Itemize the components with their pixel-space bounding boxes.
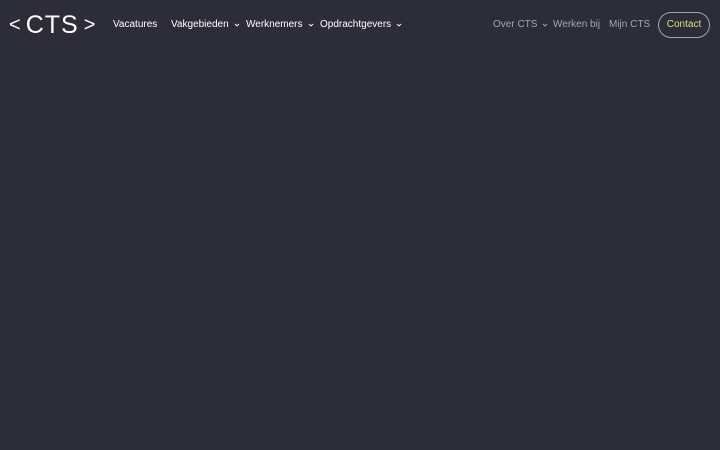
nav-item-label: Vacatures bbox=[113, 19, 158, 30]
main-content bbox=[0, 50, 720, 450]
chevron-down-icon bbox=[542, 22, 548, 28]
nav-item-vakgebieden[interactable]: Vakgebieden bbox=[171, 18, 240, 32]
nav-item-vacatures[interactable]: Vacatures bbox=[113, 18, 157, 32]
nav-item-label: Vakgebieden bbox=[171, 19, 229, 30]
nav-item-mijn-cts[interactable]: Mijn CTS bbox=[609, 18, 650, 32]
nav-item-opdrachtgevers[interactable]: Opdrachtgevers bbox=[320, 18, 402, 32]
chevron-down-icon bbox=[234, 22, 240, 28]
nav-item-label: Werken bij bbox=[553, 19, 601, 30]
logo-right-bracket: > bbox=[83, 14, 96, 36]
contact-button[interactable]: Contact bbox=[658, 12, 710, 38]
page: < CTS > Vacatures Vakgebieden Werknemers… bbox=[0, 0, 720, 450]
nav-item-label: Opdrachtgevers bbox=[320, 19, 392, 30]
nav-item-werknemers[interactable]: Werknemers bbox=[246, 18, 314, 32]
top-navigation: < CTS > Vacatures Vakgebieden Werknemers… bbox=[0, 0, 720, 50]
nav-item-label: Mijn CTS bbox=[609, 19, 651, 30]
nav-item-label: Over CTS bbox=[493, 19, 538, 30]
logo-wordmark: CTS bbox=[25, 11, 79, 39]
cts-logo[interactable]: < CTS > bbox=[9, 11, 96, 39]
logo-left-bracket: < bbox=[9, 14, 21, 36]
nav-item-over-cts[interactable]: Over CTS bbox=[493, 18, 548, 32]
chevron-down-icon bbox=[396, 22, 402, 28]
nav-item-werken-bij[interactable]: Werken bij bbox=[553, 18, 600, 32]
chevron-down-icon bbox=[308, 22, 314, 28]
nav-item-label: Werknemers bbox=[246, 19, 303, 30]
